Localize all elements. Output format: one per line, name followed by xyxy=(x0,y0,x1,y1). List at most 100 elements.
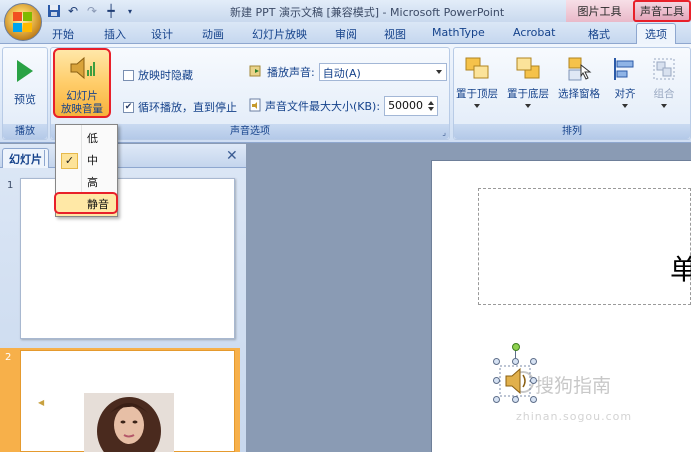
tab-view[interactable]: 视图 xyxy=(384,26,406,42)
quick-access-toolbar: ↶ ↷ ┿ ▾ xyxy=(46,3,138,19)
hide-during-show-checkbox[interactable] xyxy=(123,69,134,81)
volume-option-mute-label: 静音 xyxy=(87,198,109,211)
max-size-label: 声音文件最大大小(KB): xyxy=(265,100,381,113)
tab-review[interactable]: 审阅 xyxy=(335,26,357,42)
resize-handle-l[interactable] xyxy=(493,377,500,384)
preview-button[interactable]: 预览 xyxy=(3,54,47,107)
slides-tab[interactable]: 幻灯片 xyxy=(2,148,49,168)
max-size-value: 50000 xyxy=(388,99,424,112)
tab-home[interactable]: 开始 xyxy=(52,26,74,42)
tab-design[interactable]: 设计 xyxy=(151,26,173,42)
redo-icon[interactable]: ↷ xyxy=(84,3,100,19)
bring-to-front-icon xyxy=(464,56,490,82)
spin-down-icon[interactable] xyxy=(428,107,435,111)
play-sound-row: 播放声音: 自动(A) xyxy=(249,63,447,81)
group-label: 组合 xyxy=(653,88,675,100)
align-icon xyxy=(612,56,638,82)
resize-handle-t[interactable] xyxy=(512,358,519,365)
loop-option[interactable]: ✔ 循环播放，直到停止 xyxy=(123,99,237,115)
play-sound-value: 自动(A) xyxy=(322,67,361,80)
loop-checkbox[interactable]: ✔ xyxy=(123,101,134,113)
volume-option-low-label: 低 xyxy=(87,132,98,145)
bring-to-front-button[interactable]: 置于顶层 xyxy=(456,56,498,108)
spin-up-icon[interactable] xyxy=(428,101,435,105)
tab-mathtype[interactable]: MathType xyxy=(432,26,485,39)
watermark-text: 搜狗指南 xyxy=(535,375,612,397)
slides-pane-tabs: 幻灯片 ✕ xyxy=(0,144,246,168)
play-group-label: 播放 xyxy=(3,124,47,139)
volume-menu: 低 ✓ 中 高 静音 xyxy=(55,124,118,217)
volume-option-high[interactable]: 高 xyxy=(56,172,117,194)
title-placeholder[interactable] xyxy=(478,188,691,305)
volume-icon xyxy=(67,53,97,87)
checkmark-icon: ✓ xyxy=(61,153,78,169)
slide-thumbnail-1[interactable] xyxy=(20,178,235,339)
chevron-down-icon xyxy=(622,104,628,108)
title-bar: ↶ ↷ ┿ ▾ 新建 PPT 演示文稿 [兼容模式] - Microsoft P… xyxy=(0,0,691,22)
group-icon xyxy=(651,56,677,82)
arrange-group-label: 排列 xyxy=(454,124,690,139)
sound-tools-context: 声音工具 xyxy=(633,0,691,22)
resize-handle-tr[interactable] xyxy=(530,358,537,365)
send-to-back-label: 置于底层 xyxy=(507,88,549,100)
align-button[interactable]: 对齐 xyxy=(612,56,638,108)
resize-handle-br[interactable] xyxy=(530,396,537,403)
dialog-launcher-icon[interactable]: ⌟ xyxy=(442,128,446,137)
tab-animations[interactable]: 动画 xyxy=(202,26,224,42)
slideshow-volume-button[interactable]: 幻灯片 放映音量 xyxy=(53,48,111,118)
volume-option-mute[interactable]: 静音 xyxy=(56,194,117,216)
hide-during-show-option[interactable]: 放映时隐藏 xyxy=(123,67,193,83)
save-icon[interactable] xyxy=(46,3,62,19)
volume-option-medium-label: 中 xyxy=(87,154,98,167)
play-sound-select[interactable]: 自动(A) xyxy=(318,63,447,81)
picture-tools-context: 图片工具 xyxy=(566,0,633,22)
office-button[interactable] xyxy=(4,3,42,41)
selection-pane-icon xyxy=(566,56,592,82)
rotation-handle[interactable] xyxy=(512,343,520,351)
volume-option-low[interactable]: 低 xyxy=(56,128,117,150)
chevron-down-icon xyxy=(525,104,531,108)
portrait-photo xyxy=(84,393,174,452)
chevron-down-icon xyxy=(435,70,442,74)
table-icon[interactable]: ┿ xyxy=(103,3,119,19)
undo-icon[interactable]: ↶ xyxy=(65,3,81,19)
resize-handle-r[interactable] xyxy=(530,377,537,384)
resize-handle-tl[interactable] xyxy=(493,358,500,365)
volume-option-medium[interactable]: ✓ 中 xyxy=(56,150,117,172)
office-logo-icon xyxy=(13,12,33,32)
window-title: 新建 PPT 演示文稿 [兼容模式] - Microsoft PowerPoin… xyxy=(230,6,505,19)
chevron-down-icon xyxy=(661,104,667,108)
close-icon[interactable]: ✕ xyxy=(226,148,238,164)
slide-number-2: 2 xyxy=(5,352,12,363)
volume-label-line1: 幻灯片 xyxy=(66,90,98,102)
slide-number-1: 1 xyxy=(7,180,14,191)
tab-slideshow[interactable]: 幻灯片放映 xyxy=(252,26,307,42)
max-size-row: 声音文件最大大小(KB): 50000 xyxy=(249,96,439,116)
tab-insert[interactable]: 插入 xyxy=(104,26,126,42)
send-to-back-icon xyxy=(515,56,541,82)
tab-format[interactable]: 格式 xyxy=(588,26,610,42)
volume-label-line2: 放映音量 xyxy=(61,103,103,115)
tab-options[interactable]: 选项 xyxy=(636,23,676,45)
play-sound-icon xyxy=(249,64,263,81)
selection-pane-button[interactable]: 选择窗格 xyxy=(558,56,600,101)
send-to-back-button[interactable]: 置于底层 xyxy=(507,56,549,108)
play-group: 预览 播放 xyxy=(2,47,48,140)
bring-to-front-label: 置于顶层 xyxy=(456,88,498,100)
hide-during-show-label: 放映时隐藏 xyxy=(138,69,193,82)
chevron-down-icon xyxy=(474,104,480,108)
play-icon xyxy=(17,60,33,82)
resize-handle-bl[interactable] xyxy=(493,396,500,403)
loop-label: 循环播放，直到停止 xyxy=(138,101,237,114)
qat-customize-icon[interactable]: ▾ xyxy=(122,3,138,19)
selection-pane-label: 选择窗格 xyxy=(558,88,600,100)
ribbon-tabs: 开始 插入 设计 动画 幻灯片放映 审阅 视图 MathType Acrobat… xyxy=(0,22,691,45)
tab-acrobat[interactable]: Acrobat xyxy=(513,26,555,39)
volume-option-high-label: 高 xyxy=(87,176,98,189)
sound-icon: ◀ xyxy=(38,398,45,407)
sound-file-icon xyxy=(249,98,261,115)
align-label: 对齐 xyxy=(614,88,636,100)
group-button[interactable]: 组合 xyxy=(651,56,677,108)
max-size-spinner[interactable]: 50000 xyxy=(384,96,439,116)
resize-handle-b[interactable] xyxy=(512,396,519,403)
